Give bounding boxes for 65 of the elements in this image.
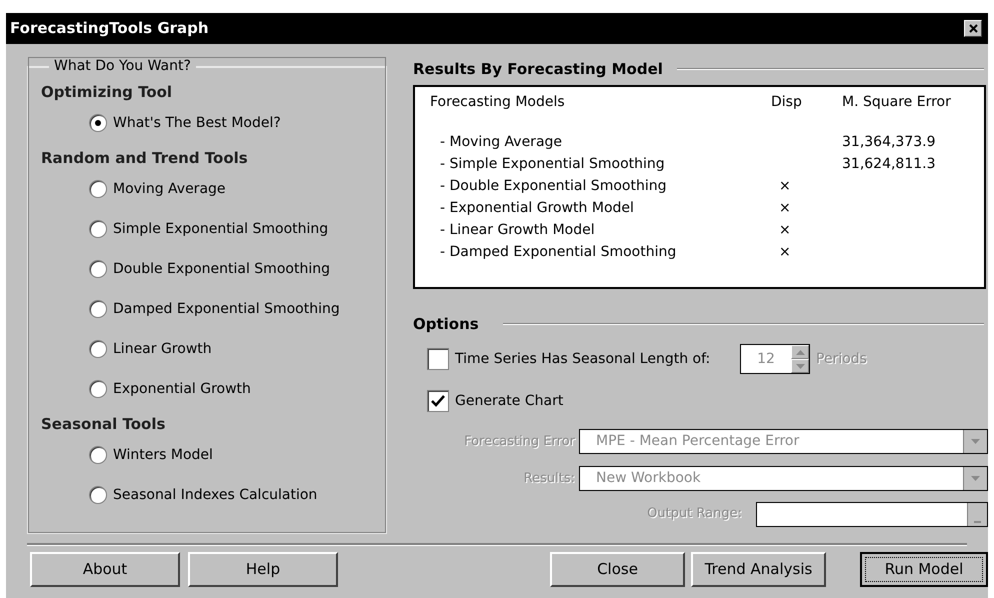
unit-label: Periods [816,350,867,368]
checkbox[interactable] [427,390,449,412]
down-arrow-icon [971,476,980,481]
column-header: Forecasting Models [430,92,565,112]
model-name: - Simple Exponential Smoothing [439,154,665,174]
column-header: Disp [771,92,802,112]
dialog-button[interactable]: Help [188,552,338,587]
dialog-button[interactable]: Run Model [860,552,988,587]
radio-option[interactable]: Damped Exponential Smoothing [89,289,340,329]
radio-button[interactable] [89,446,107,464]
radio-option[interactable]: Moving Average [89,169,226,209]
spinner-value: 12 [756,350,776,368]
column-header: M. Square Error [842,92,951,112]
dialog-button[interactable]: About [30,552,180,587]
field-label: Forecasting Error [463,432,575,451]
section-heading: Optimizing Tool [41,82,172,102]
radio-option[interactable]: Seasonal Indexes Calculation [89,475,318,515]
dialog-button[interactable]: Close [550,552,685,587]
down-arrow-icon [971,439,980,444]
model-name: - Damped Exponential Smoothing [439,242,676,262]
radio-button[interactable] [89,114,107,132]
radio-button[interactable] [89,300,107,318]
dropdown-value: New Workbook [595,469,702,488]
radio-button[interactable] [89,340,107,358]
model-name: - Linear Growth Model [439,220,595,240]
radio-option[interactable]: Double Exponential Smoothing [89,249,330,289]
radio-button[interactable] [89,220,107,238]
model-name: - Exponential Growth Model [439,198,634,218]
close-icon [968,24,978,33]
section-heading: Results By Forecasting Model [413,59,663,80]
display-mark: × [779,244,791,260]
field-label: Results: [522,470,575,488]
spin-up-button[interactable] [791,345,809,359]
radio-option[interactable]: Simple Exponential Smoothing [89,209,328,249]
spin-down-button[interactable] [791,359,809,373]
section-heading: Options [413,314,479,334]
range-picker-button[interactable] [967,502,987,526]
close-button[interactable] [964,20,982,37]
checkbox-label[interactable]: Generate Chart [455,390,564,412]
window-title: ForecastingTools Graph [10,18,209,40]
display-mark: × [779,178,791,194]
display-mark: × [779,200,791,216]
dialog-button[interactable]: Trend Analysis [691,552,826,587]
group-title: What Do You Want? [53,57,192,76]
radio-option[interactable]: Linear Growth [89,329,212,369]
error-value: 31,624,811.3 [842,156,936,172]
model-name: - Moving Average [439,132,562,152]
radio-option[interactable]: Exponential Growth [89,369,251,409]
check-icon [431,395,445,407]
section-heading: Random and Trend Tools [41,148,248,168]
up-arrow-icon [796,350,804,354]
error-value: 31,364,373.9 [842,134,936,150]
radio-option[interactable]: What's The Best Model? [89,103,281,143]
radio-button[interactable] [89,380,107,398]
radio-option[interactable]: Winters Model [89,435,213,475]
section-heading: Seasonal Tools [41,414,166,434]
down-arrow-icon [796,364,804,368]
display-mark: × [779,222,791,238]
radio-button[interactable] [89,486,107,504]
model-name: - Double Exponential Smoothing [439,176,666,196]
dropdown-value: MPE - Mean Percentage Error [595,432,800,451]
field-label: Output Range: [647,505,742,524]
radio-button[interactable] [89,180,107,198]
radio-button[interactable] [89,260,107,278]
range-field[interactable] [756,502,988,526]
